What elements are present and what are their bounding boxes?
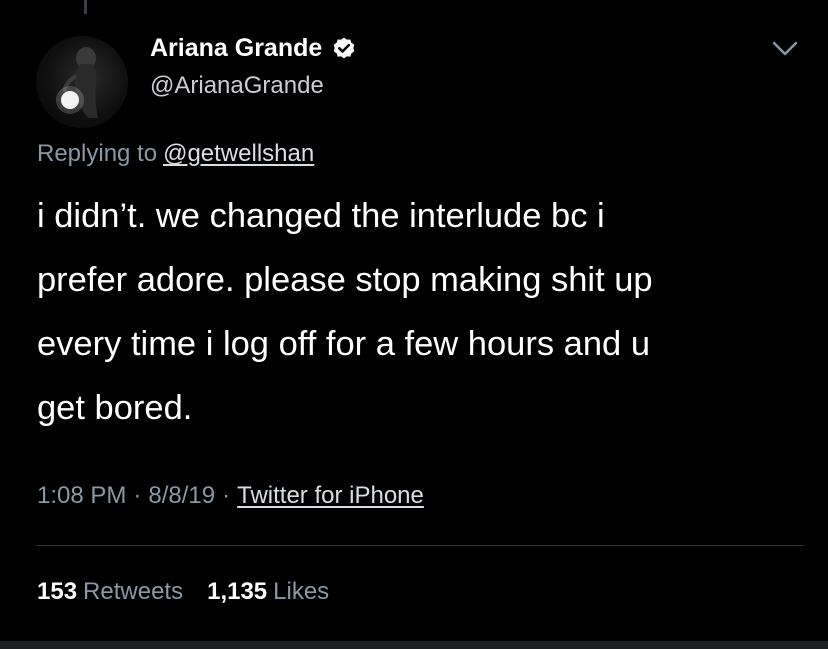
retweets-label: Retweets bbox=[83, 578, 184, 605]
verified-badge-icon bbox=[333, 37, 355, 58]
chevron-down-icon[interactable] bbox=[770, 36, 800, 60]
engagement-stats: 153 Retweets 1,135 Likes bbox=[37, 578, 329, 606]
likes-stat[interactable]: 1,135 Likes bbox=[207, 578, 329, 606]
bottom-separator-bar bbox=[0, 641, 828, 649]
profile-photo-icon bbox=[56, 47, 98, 118]
tweet-text-line: prefer adore. please stop making shit up bbox=[37, 261, 653, 299]
retweets-count: 153 bbox=[37, 578, 78, 605]
tweet-text-line: i didn’t. we changed the interlude bc i bbox=[37, 197, 605, 235]
meta-separator: · bbox=[222, 482, 231, 509]
tweet-text-line: get bored. bbox=[37, 389, 193, 427]
tweet-date: 8/8/19 bbox=[148, 482, 216, 509]
display-name[interactable]: Ariana Grande bbox=[150, 34, 322, 63]
display-name-row[interactable]: Ariana Grande bbox=[150, 34, 357, 63]
likes-label: Likes bbox=[273, 578, 330, 605]
tweet-source-link[interactable]: Twitter for iPhone bbox=[237, 482, 424, 509]
replying-to-line: Replying to @getwellshan bbox=[37, 140, 314, 168]
meta-separator: · bbox=[133, 482, 142, 509]
likes-count: 1,135 bbox=[207, 578, 268, 605]
divider bbox=[36, 545, 804, 546]
avatar[interactable] bbox=[36, 36, 128, 128]
replying-to-label: Replying to bbox=[37, 140, 158, 167]
replying-to-mention-link[interactable]: @getwellshan bbox=[163, 140, 314, 167]
retweets-stat[interactable]: 153 Retweets bbox=[37, 578, 183, 606]
tweet-text: i didn’t. we changed the interlude bc i … bbox=[37, 184, 797, 440]
thread-connector-line bbox=[84, 0, 87, 14]
tweet-time: 1:08 PM bbox=[37, 482, 127, 509]
tweet-metadata: 1:08 PM · 8/8/19 · Twitter for iPhone bbox=[37, 482, 424, 510]
user-handle[interactable]: @ArianaGrande bbox=[150, 72, 324, 100]
tweet-text-line: every time i log off for a few hours and… bbox=[37, 325, 651, 363]
